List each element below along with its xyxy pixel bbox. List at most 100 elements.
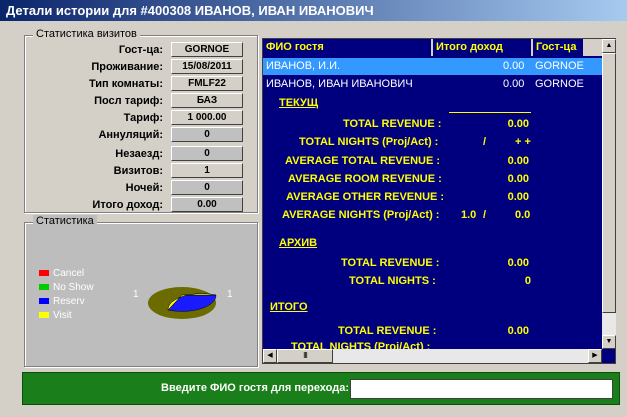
stat-value-visits: 1 (171, 163, 243, 178)
current-total-nights-label: TOTAL NIGHTS (Proj/Act) : (299, 136, 439, 148)
grid-row[interactable]: ИВАНОВ, И.И. 0.00 GORNOE (263, 58, 603, 75)
stat-row-nights: Ночей: 0 (25, 180, 275, 197)
guest-name-input[interactable] (350, 379, 613, 399)
vertical-scrollbar[interactable]: ▲ ▼ (602, 39, 616, 349)
pie-chart (148, 287, 217, 319)
guest-grid[interactable]: ФИО гостя Итого доход Гост-ца ИВАНОВ, И.… (262, 38, 616, 364)
stat-label: Гост-ца: (118, 44, 163, 56)
row-guest-name: ИВАНОВ, И.И. (266, 60, 341, 72)
legend-swatch (39, 284, 49, 291)
legend-cancel: Cancel (39, 268, 84, 280)
current-avg-nights-label: AVERAGE NIGHTS (Proj/Act) : (282, 209, 440, 221)
current-avg-total-label: AVERAGE TOTAL REVENUE : (285, 155, 441, 167)
stat-row-hotel: Гост-ца: GORNOE (25, 42, 275, 59)
total-total-revenue-label: TOTAL REVENUE : (338, 325, 437, 337)
stat-label: Посл тариф: (94, 95, 163, 107)
row-income: 0.00 (503, 60, 525, 72)
legend-swatch (39, 270, 49, 277)
archive-total-nights-label: TOTAL NIGHTS : (349, 275, 436, 287)
current-total-revenue-label: TOTAL REVENUE : (343, 118, 442, 130)
legend-swatch (39, 298, 49, 305)
legend-label: Visit (53, 310, 72, 321)
hscroll-thumb[interactable]: III (277, 349, 333, 363)
stat-label: Ночей: (125, 182, 163, 194)
current-avg-room-value: 0.00 (507, 173, 529, 185)
legend-visit: Visit (39, 310, 72, 322)
archive-total-revenue-label: TOTAL REVENUE : (341, 257, 440, 269)
archive-total-nights-value: 0 (524, 275, 531, 287)
scroll-up-button[interactable]: ▲ (602, 39, 616, 53)
stats-chart-group: Статистика Cancel No Show Reserv Visit 1… (24, 215, 258, 367)
stat-row-stay: Проживание: 15/08/2011 (25, 59, 275, 76)
stat-value-total-income: 0.00 (171, 197, 243, 212)
legend-reserv: Reserv (39, 296, 85, 308)
cut-off-row: TOTAL NIGHTS (Proj/Act) : (263, 341, 602, 349)
legend-label: Reserv (53, 296, 85, 307)
stat-row-total-income: Итого доход: 0.00 (25, 197, 275, 214)
stat-value-room-type: FMLF22 (171, 76, 243, 91)
stat-row-room-type: Тип комнаты: FMLF22 (25, 76, 275, 93)
current-avg-other-label: AVERAGE OTHER REVENUE : (286, 191, 445, 203)
stat-row-visits: Визитов: 1 (25, 163, 275, 180)
header-hotel[interactable]: Гост-ца (533, 39, 585, 56)
row-income: 0.00 (503, 78, 525, 90)
stat-value-stay: 15/08/2011 (171, 59, 243, 74)
current-avg-nights-proj: 1.0 (461, 209, 477, 221)
stat-row-no-shows: Незаезд: 0 (25, 146, 275, 163)
row-guest-name: ИВАНОВ, ИВАН ИВАНОВИЧ (266, 78, 413, 90)
scroll-down-button[interactable]: ▼ (602, 335, 616, 349)
section-total-title: ИТОГО (270, 301, 308, 313)
scroll-thumb[interactable] (602, 53, 616, 313)
row-hotel: GORNOE (535, 78, 584, 90)
archive-total-revenue-value: 0.00 (507, 257, 529, 269)
row-hotel: GORNOE (535, 60, 584, 72)
scroll-left-button[interactable]: ◀ (263, 349, 277, 363)
stat-row-rate: Тариф: 1 000.00 (25, 110, 275, 127)
legend-swatch (39, 312, 49, 319)
header-guest-name[interactable]: ФИО гостя (263, 39, 433, 56)
visits-stats-title: Статистика визитов (33, 28, 140, 40)
current-avg-room-label: AVERAGE ROOM REVENUE : (288, 173, 442, 185)
visits-stats-group: Статистика визитов Гост-ца: GORNOE Прожи… (24, 28, 258, 213)
current-avg-nights-act: 0.0 (515, 209, 531, 221)
stat-value-last-rate: БАЗ (171, 93, 243, 108)
stats-chart-title: Статистика (33, 215, 97, 227)
stat-value-no-shows: 0 (171, 146, 243, 161)
stat-label: Проживание: (91, 61, 163, 73)
current-total-revenue-value: 0.00 (507, 118, 529, 130)
current-total-nights-value: + + (515, 136, 531, 148)
stat-label: Незаезд: (115, 148, 163, 160)
grid-row[interactable]: ИВАНОВ, ИВАН ИВАНОВИЧ 0.00 GORNOE (263, 76, 603, 93)
stat-label: Визитов: (113, 165, 163, 177)
divider-line (449, 112, 531, 113)
pie-label-right: 1 (227, 289, 233, 300)
stat-label: Итого доход: (92, 199, 163, 211)
stat-value-cancellations: 0 (171, 127, 243, 142)
grid-header: ФИО гостя Итого доход Гост-ца (263, 39, 603, 56)
pie-label-left: 1 (133, 289, 139, 300)
stat-label: Тариф: (123, 112, 163, 124)
scroll-right-button[interactable]: ▶ (588, 349, 602, 363)
current-avg-total-value: 0.00 (507, 155, 529, 167)
stat-value-rate: 1 000.00 (171, 110, 243, 125)
stat-row-cancellations: Аннуляций: 0 (25, 127, 275, 144)
legend-label: No Show (53, 282, 94, 293)
current-avg-other-value: 0.00 (507, 191, 529, 203)
section-current-title: ТЕКУЩ (279, 97, 319, 109)
stat-value-hotel: GORNOE (171, 42, 243, 57)
stat-value-nights: 0 (171, 180, 243, 195)
current-total-nights-slash: / (483, 136, 487, 148)
horizontal-scrollbar[interactable]: ◀ III ▶ (263, 349, 602, 363)
section-archive-title: АРХИВ (279, 237, 318, 249)
legend-label: Cancel (53, 268, 85, 279)
current-avg-nights-slash: / (483, 209, 487, 221)
stat-label: Тип комнаты: (88, 78, 163, 90)
history-window: Детали истории для #400308 ИВАНОВ, ИВАН … (0, 0, 627, 417)
stat-label: Аннуляций: (98, 129, 163, 141)
total-total-revenue-value: 0.00 (507, 325, 529, 337)
header-total-income[interactable]: Итого доход (433, 39, 533, 56)
stat-row-last-rate: Посл тариф: БАЗ (25, 93, 275, 110)
jump-bar: Введите ФИО гостя для перехода: (22, 372, 620, 405)
total-total-nights-label-cut: TOTAL NIGHTS (Proj/Act) : (291, 341, 431, 349)
window-title: Детали истории для #400308 ИВАНОВ, ИВАН … (0, 0, 627, 21)
